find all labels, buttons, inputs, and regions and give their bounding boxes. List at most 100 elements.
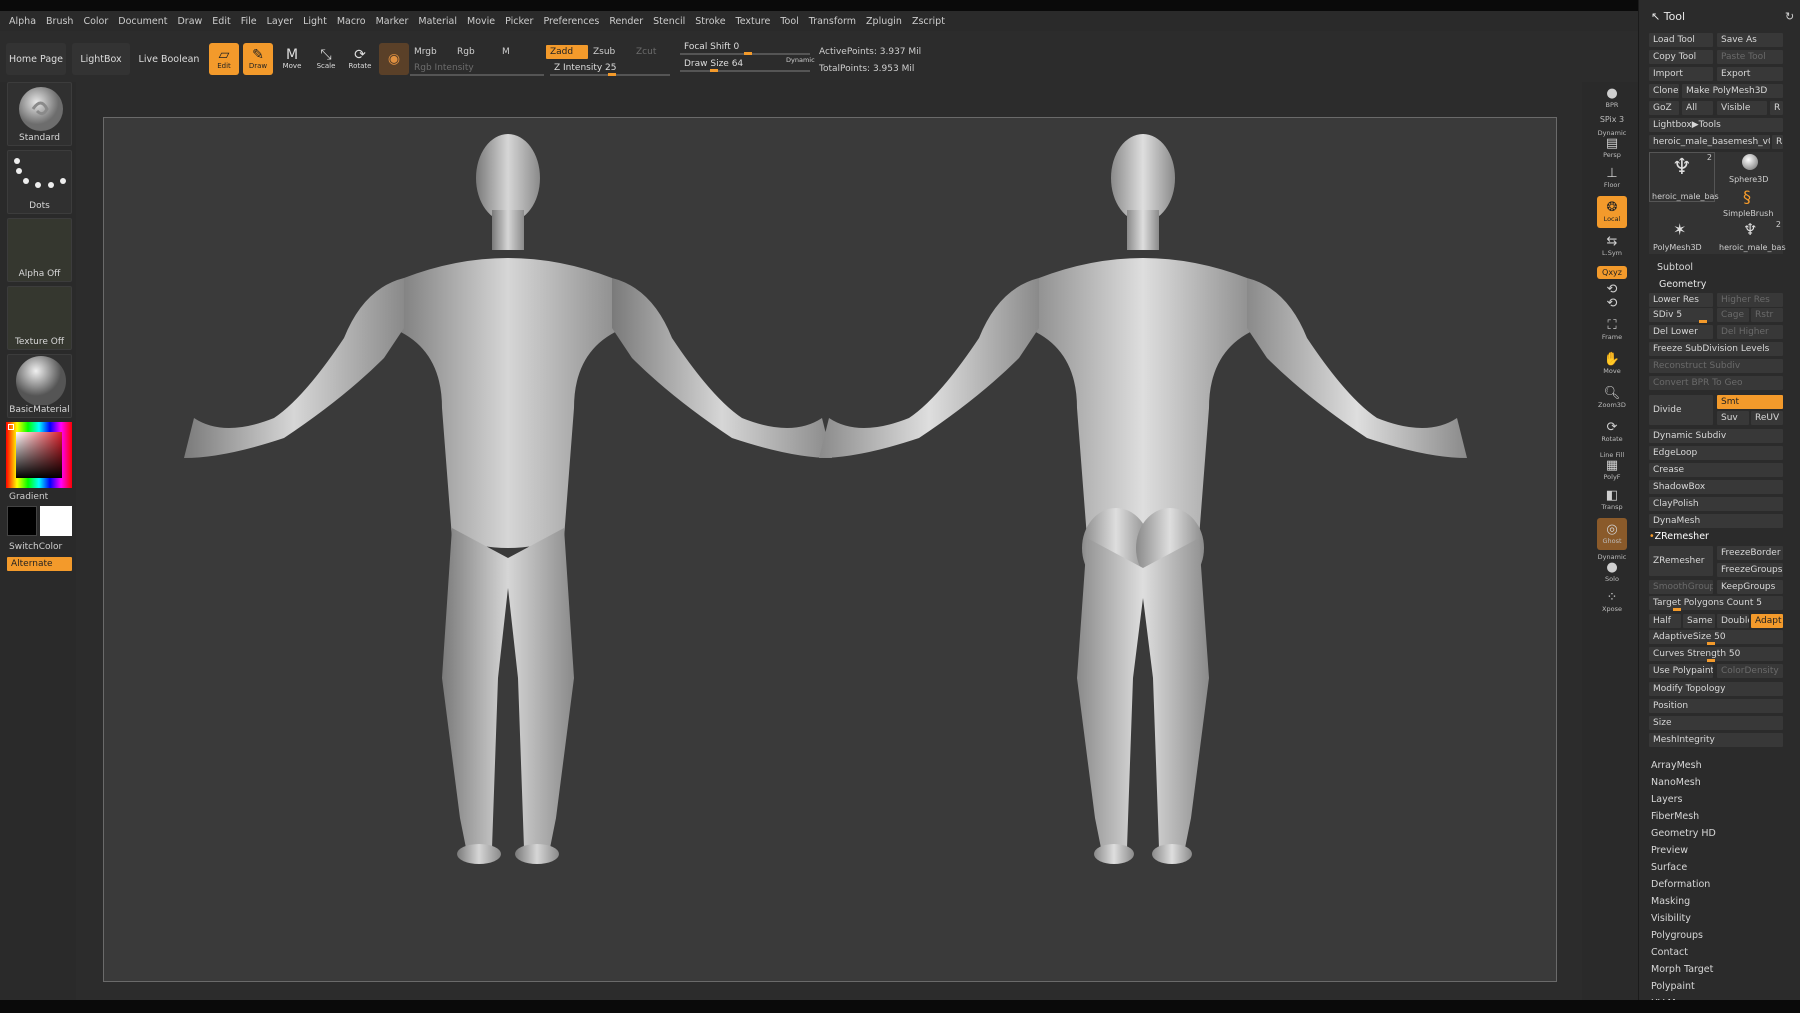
lsym-button[interactable]: ⇆ L.Sym — [1597, 230, 1627, 262]
colordensity-slider[interactable]: ColorDensity — [1717, 664, 1783, 678]
bpr-button[interactable]: ● BPR — [1597, 82, 1627, 114]
zoom3d-button[interactable]: 🔍︎ Zoom3D — [1597, 382, 1627, 414]
document-viewport[interactable] — [103, 117, 1557, 982]
target-polygons-slider[interactable]: Target Polygons Count 5 — [1649, 596, 1783, 610]
zsub-button[interactable]: Zsub — [593, 47, 615, 57]
solo-button[interactable]: Dynamic ● Solo — [1597, 552, 1627, 584]
double-button[interactable]: Double — [1717, 614, 1749, 628]
home-page-button[interactable]: Home Page — [6, 43, 66, 75]
menu-document[interactable]: Document — [118, 16, 167, 27]
save-as-button[interactable]: Save As — [1717, 33, 1783, 47]
edgeloop-button[interactable]: EdgeLoop — [1649, 446, 1783, 460]
higher-res-button[interactable]: Higher Res — [1717, 293, 1783, 307]
canvas[interactable] — [76, 82, 1582, 1000]
tool-thumb-sphere[interactable]: Sphere3D — [1717, 152, 1783, 186]
freezegroups-button[interactable]: FreezeGroups — [1717, 563, 1783, 577]
frame-button[interactable]: ⛶ Frame — [1597, 314, 1627, 346]
tool-thumb-polymesh[interactable]: ✶ PolyMesh3D — [1649, 220, 1715, 254]
stroke-picker[interactable]: Dots — [7, 150, 72, 214]
alternate-button[interactable]: Alternate — [7, 557, 72, 571]
shadowbox-button[interactable]: ShadowBox — [1649, 480, 1783, 494]
copy-tool-button[interactable]: Copy Tool — [1649, 50, 1713, 64]
floor-button[interactable]: ⊥ Floor — [1597, 162, 1627, 194]
menu-file[interactable]: File — [241, 16, 257, 27]
menu-macro[interactable]: Macro — [337, 16, 366, 27]
del-lower-button[interactable]: Del Lower — [1649, 325, 1713, 339]
section-deformation[interactable]: Deformation — [1651, 879, 1710, 890]
brush-picker[interactable]: Standard — [7, 82, 72, 146]
menu-material[interactable]: Material — [418, 16, 457, 27]
color-square[interactable] — [16, 432, 62, 478]
popout-icon[interactable]: ↻ — [1785, 10, 1794, 23]
zremesher-section[interactable]: •ZRemesher — [1649, 531, 1709, 542]
switch-color-button[interactable]: SwitchColor — [9, 542, 62, 552]
convert-bpr-button[interactable]: Convert BPR To Geo — [1649, 376, 1783, 390]
reuv-button[interactable]: ReUV — [1751, 411, 1783, 425]
secondary-color-swatch[interactable] — [7, 506, 37, 536]
menu-zplugin[interactable]: Zplugin — [866, 16, 902, 27]
crease-button[interactable]: Crease — [1649, 463, 1783, 477]
xpose-button[interactable]: ⁘ Xpose — [1597, 586, 1627, 618]
menu-preferences[interactable]: Preferences — [543, 16, 599, 27]
smoothgroups-slider[interactable]: SmoothGroups — [1649, 580, 1713, 594]
xyz-button[interactable]: Qxyz — [1597, 266, 1627, 279]
move-button[interactable]: M Move — [277, 43, 307, 75]
goz-visible-button[interactable]: Visible — [1717, 101, 1767, 115]
menu-zscript[interactable]: Zscript — [912, 16, 945, 27]
tool-thumb-simplebrush[interactable]: § SimpleBrush — [1717, 186, 1783, 220]
tool-palette-title[interactable]: ↖ Tool — [1651, 10, 1685, 23]
menu-picker[interactable]: Picker — [505, 16, 533, 27]
zcut-button[interactable]: Zcut — [636, 47, 656, 57]
dynamic-subdiv-button[interactable]: Dynamic Subdiv — [1649, 429, 1783, 443]
menu-texture[interactable]: Texture — [736, 16, 771, 27]
keepgroups-button[interactable]: KeepGroups — [1717, 580, 1783, 594]
section-visibility[interactable]: Visibility — [1651, 913, 1691, 924]
half-button[interactable]: Half — [1649, 614, 1681, 628]
freezeborder-button[interactable]: FreezeBorder — [1717, 546, 1783, 560]
export-button[interactable]: Export — [1717, 67, 1783, 81]
adaptive-size-slider[interactable]: AdaptiveSize 50 — [1649, 630, 1783, 644]
z-intensity-slider[interactable]: Z Intensity 25 — [550, 62, 670, 76]
menu-draw[interactable]: Draw — [177, 16, 202, 27]
section-masking[interactable]: Masking — [1651, 896, 1690, 907]
section-nanomesh[interactable]: NanoMesh — [1651, 777, 1701, 788]
current-tool-slider[interactable]: heroic_male_basemesh_v004 — [1649, 135, 1770, 149]
modify-topology-button[interactable]: Modify Topology — [1649, 682, 1783, 696]
adapt-button[interactable]: Adapt — [1751, 614, 1783, 628]
goz-button[interactable]: GoZ — [1649, 101, 1679, 115]
mrgb-button[interactable]: Mrgb — [414, 47, 437, 57]
current-tool-r-button[interactable]: R — [1772, 135, 1783, 149]
import-button[interactable]: Import — [1649, 67, 1713, 81]
use-polypaint-button[interactable]: Use Polypaint — [1649, 664, 1713, 678]
lightbox-tools-button[interactable]: Lightbox▶Tools — [1649, 118, 1783, 132]
menu-color[interactable]: Color — [83, 16, 108, 27]
rgb-button[interactable]: Rgb — [457, 47, 475, 57]
suv-toggle[interactable]: Suv — [1717, 411, 1749, 425]
alpha-picker[interactable]: Alpha Off — [7, 218, 72, 282]
section-geometry-hd[interactable]: Geometry HD — [1651, 828, 1716, 839]
scale-button[interactable]: ⤡ Scale — [311, 43, 341, 75]
tool-thumb-heroic[interactable]: ♆ 2 heroic_male_bas — [1649, 152, 1719, 202]
del-higher-button[interactable]: Del Higher — [1717, 325, 1783, 339]
clone-button[interactable]: Clone — [1649, 84, 1679, 98]
paste-tool-button[interactable]: Paste Tool — [1717, 50, 1783, 64]
menu-stencil[interactable]: Stencil — [653, 16, 685, 27]
menu-layer[interactable]: Layer — [267, 16, 294, 27]
move-view-button[interactable]: ✋ Move — [1597, 348, 1627, 380]
spix-slider[interactable]: SPix 3 — [1597, 112, 1627, 126]
subtool-section[interactable]: Subtool — [1657, 262, 1693, 273]
goz-r-button[interactable]: R — [1770, 101, 1783, 115]
transp-button[interactable]: ◧ Transp — [1597, 484, 1627, 516]
texture-picker[interactable]: Texture Off — [7, 286, 72, 350]
menu-marker[interactable]: Marker — [376, 16, 409, 27]
menu-light[interactable]: Light — [303, 16, 327, 27]
zremesher-button[interactable]: ZRemesher — [1649, 546, 1713, 576]
meshintegrity-button[interactable]: MeshIntegrity — [1649, 733, 1783, 747]
menu-brush[interactable]: Brush — [46, 16, 73, 27]
primary-color-swatch[interactable] — [40, 506, 72, 536]
section-contact[interactable]: Contact — [1651, 947, 1688, 958]
section-layers[interactable]: Layers — [1651, 794, 1682, 805]
make-polymesh-button[interactable]: Make PolyMesh3D — [1682, 84, 1783, 98]
ghost-button[interactable]: ◎ Ghost — [1597, 518, 1627, 550]
load-tool-button[interactable]: Load Tool — [1649, 33, 1713, 47]
